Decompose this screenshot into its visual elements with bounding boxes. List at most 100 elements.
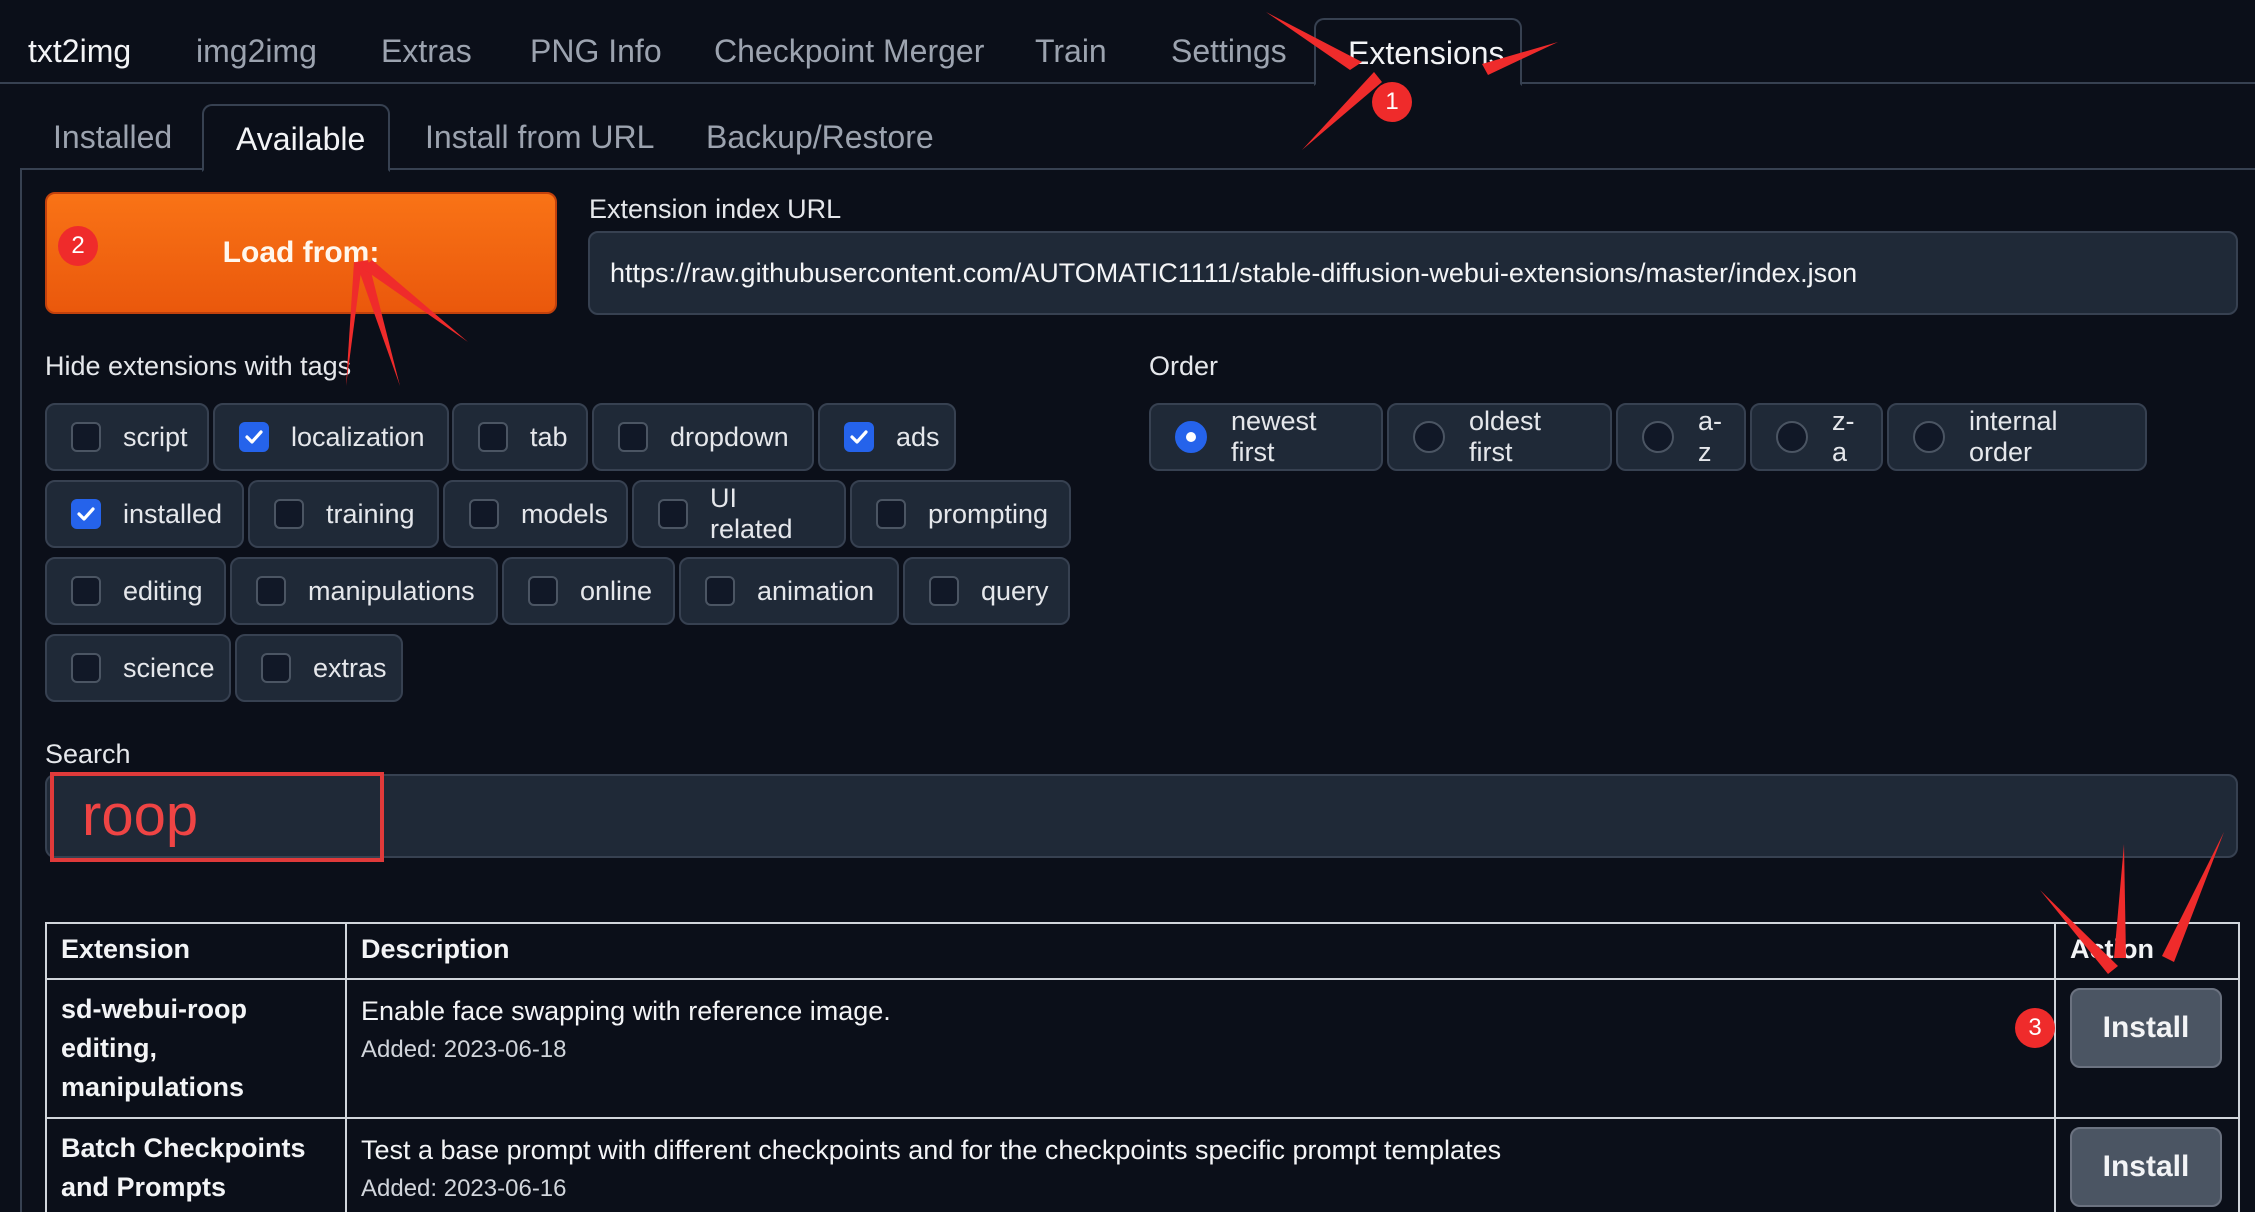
tag-checkbox-editing[interactable]: editing (45, 557, 226, 625)
order-label: Order (1149, 351, 1219, 381)
tag-checkbox-ads[interactable]: ads (818, 403, 956, 471)
subtab-install-from-url[interactable]: Install from URL (411, 104, 668, 170)
checkbox-icon[interactable] (478, 422, 508, 452)
annotation-badge-1: 1 (1372, 82, 1412, 122)
tag-checkbox-query[interactable]: query (903, 557, 1070, 625)
tab-png-info[interactable]: PNG Info (516, 18, 676, 84)
install-button[interactable]: Install (2070, 1127, 2222, 1207)
load-from-label: Load from: (222, 236, 380, 269)
checkbox-icon[interactable] (256, 576, 286, 606)
radio-icon[interactable] (1776, 421, 1808, 453)
extension-description: Test a base prompt with different checkp… (361, 1135, 1502, 1165)
table-header-row: Extension Description Action (45, 922, 2240, 980)
tag-label: online (580, 575, 653, 606)
subtab-backup-restore[interactable]: Backup/Restore (692, 104, 948, 170)
sub-tab-bar: Installed Available Install from URL Bac… (0, 104, 2255, 172)
order-option-label: z-a (1832, 406, 1855, 467)
tag-label: animation (757, 575, 875, 606)
description-cell: Test a base prompt with different checkp… (345, 1117, 2056, 1212)
tag-label: localization (291, 421, 425, 452)
tag-label: science (123, 652, 215, 683)
extension-cell: sd-webui-roop editing, manipulations (45, 978, 347, 1119)
tab-settings[interactable]: Settings (1157, 18, 1301, 84)
tag-checkbox-manipulations[interactable]: manipulations (230, 557, 498, 625)
checkbox-icon[interactable] (71, 653, 101, 683)
tag-checkbox-ui-related[interactable]: UI related (632, 480, 846, 548)
tag-label: tab (530, 421, 568, 452)
action-cell: Install (2054, 978, 2240, 1119)
radio-icon[interactable] (1642, 421, 1674, 453)
load-from-button[interactable]: Load from: (45, 192, 557, 314)
column-header-description: Description (345, 922, 2056, 980)
checkbox-icon[interactable] (876, 499, 906, 529)
tag-checkbox-installed[interactable]: installed (45, 480, 244, 548)
tag-checkbox-prompting[interactable]: prompting (850, 480, 1071, 548)
tag-checkbox-online[interactable]: online (502, 557, 675, 625)
tag-checkbox-extras[interactable]: extras (235, 634, 403, 702)
order-radio-a-z[interactable]: a-z (1616, 403, 1746, 471)
subtab-available[interactable]: Available (202, 104, 390, 172)
order-option-label: newest first (1231, 406, 1317, 467)
tab-train[interactable]: Train (1021, 18, 1121, 84)
order-option-label: oldest first (1469, 406, 1542, 467)
search-value-highlight[interactable]: roop (50, 772, 384, 862)
checkbox-icon[interactable] (929, 576, 959, 606)
checkbox-icon[interactable] (528, 576, 558, 606)
column-header-action: Action (2054, 922, 2240, 980)
checkbox-icon[interactable] (705, 576, 735, 606)
checkbox-checked-icon[interactable] (239, 422, 269, 452)
tag-label: models (521, 498, 609, 529)
checkbox-checked-icon[interactable] (844, 422, 874, 452)
table-row: sd-webui-roop editing, manipulations Ena… (45, 978, 2240, 1119)
index-url-input[interactable]: https://raw.githubusercontent.com/AUTOMA… (588, 231, 2238, 315)
tag-checkbox-script[interactable]: script (45, 403, 209, 471)
extension-tags: editing, manipulations (61, 1033, 245, 1102)
install-button[interactable]: Install (2070, 988, 2222, 1068)
tab-checkpoint-merger[interactable]: Checkpoint Merger (700, 18, 998, 84)
extension-cell: Batch Checkpoints and Prompts script (45, 1117, 347, 1212)
table-row: Batch Checkpoints and Prompts script Tes… (45, 1117, 2240, 1212)
order-radio-z-a[interactable]: z-a (1750, 403, 1883, 471)
tag-checkbox-animation[interactable]: animation (679, 557, 899, 625)
tab-extensions[interactable]: Extensions (1314, 18, 1522, 86)
checkbox-icon[interactable] (618, 422, 648, 452)
checkbox-checked-icon[interactable] (71, 499, 101, 529)
tag-checkbox-science[interactable]: science (45, 634, 231, 702)
tag-checkbox-localization[interactable]: localization (213, 403, 449, 471)
checkbox-icon[interactable] (658, 499, 688, 529)
order-option-label: a-z (1698, 406, 1723, 467)
checkbox-icon[interactable] (274, 499, 304, 529)
tab-img2img[interactable]: img2img (182, 18, 331, 84)
tag-label: training (326, 498, 415, 529)
search-label: Search (45, 739, 131, 769)
extension-name-link[interactable]: Batch Checkpoints and Prompts (61, 1129, 331, 1207)
tag-checkbox-tab[interactable]: tab (452, 403, 588, 471)
order-radio-internal-order[interactable]: internal order (1887, 403, 2147, 471)
checkbox-icon[interactable] (71, 576, 101, 606)
order-radio-oldest-first[interactable]: oldest first (1387, 403, 1612, 471)
order-radio-newest-first[interactable]: newest first (1149, 403, 1383, 471)
tag-checkbox-training[interactable]: training (248, 480, 439, 548)
radio-icon[interactable] (1913, 421, 1945, 453)
checkbox-icon[interactable] (71, 422, 101, 452)
radio-icon[interactable] (1413, 421, 1445, 453)
tab-txt2img[interactable]: txt2img (14, 18, 145, 84)
checkbox-icon[interactable] (261, 653, 291, 683)
extension-name-link[interactable]: sd-webui-roop (61, 990, 331, 1029)
tab-extras[interactable]: Extras (367, 18, 486, 84)
checkbox-icon[interactable] (469, 499, 499, 529)
hide-tags-label: Hide extensions with tags (45, 351, 352, 381)
annotation-badge-3: 3 (2015, 1008, 2055, 1048)
tag-checkbox-dropdown[interactable]: dropdown (592, 403, 814, 471)
column-header-extension: Extension (45, 922, 347, 980)
tag-label: script (123, 421, 188, 452)
extension-added-date: Added: 2023-06-18 (361, 1036, 567, 1063)
subtab-installed[interactable]: Installed (39, 104, 186, 170)
extension-description: Enable face swapping with reference imag… (361, 996, 891, 1026)
tag-label: UI related (710, 483, 793, 544)
order-option-label: internal order (1969, 406, 2058, 467)
tag-checkbox-models[interactable]: models (443, 480, 628, 548)
tag-label: editing (123, 575, 203, 606)
tag-label: installed (123, 498, 223, 529)
radio-selected-icon[interactable] (1175, 421, 1207, 453)
